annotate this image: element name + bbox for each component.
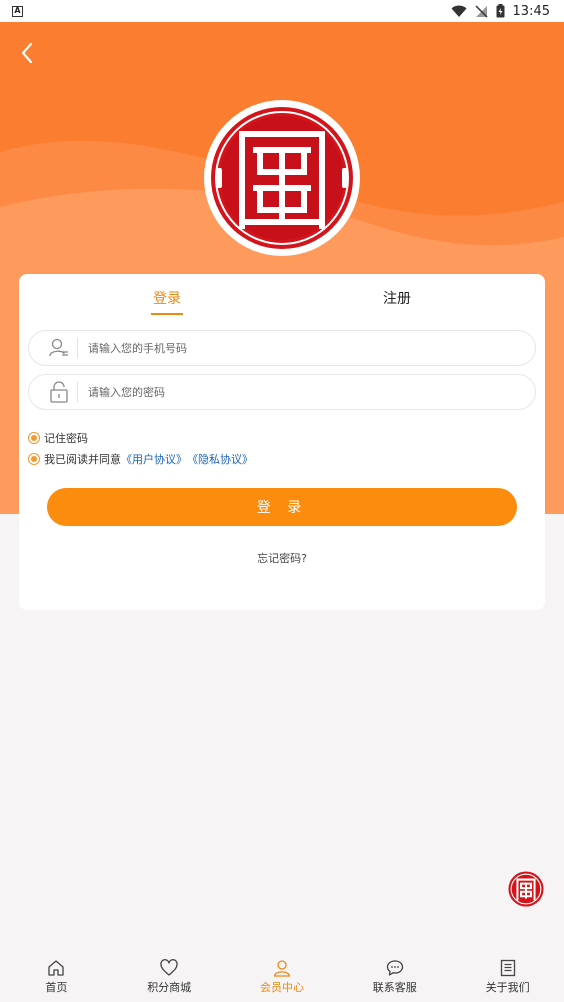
no-signal-icon (475, 4, 488, 18)
bottom-tab-bar: 首页 积分商城 会员中心 联系客服 关于我们 (0, 952, 564, 1002)
privacy-agreement-link[interactable]: 《隐私协议》 (187, 451, 253, 467)
auth-tabs: 登录 注册 (19, 288, 545, 318)
tab-active-indicator (151, 313, 183, 315)
tabbar-label: 首页 (45, 981, 68, 994)
battery-icon (496, 4, 505, 18)
phone-input[interactable] (88, 341, 488, 355)
tabbar-label: 会员中心 (259, 981, 304, 994)
remember-radio[interactable] (28, 432, 40, 444)
tabbar-label: 积分商城 (147, 981, 192, 994)
tabbar-item-home[interactable]: 首页 (0, 952, 113, 1002)
document-icon (500, 959, 515, 977)
lock-icon (45, 380, 73, 404)
status-time: 13:45 (512, 3, 550, 19)
wifi-icon (451, 5, 467, 17)
phone-field (28, 330, 536, 366)
tabbar-item-points-mall[interactable]: 积分商城 (113, 952, 226, 1002)
login-card: 登录 注册 记住密码 我已阅读并同意 《用户协议》 《隐私协议》 登 录 忘记密… (19, 274, 545, 610)
remember-password-option[interactable]: 记住密码 (28, 430, 88, 446)
tabbar-label: 关于我们 (485, 981, 530, 994)
heart-icon (160, 959, 178, 976)
chevron-left-icon (21, 42, 33, 64)
tab-register-label: 注册 (383, 291, 411, 307)
agreement-option: 我已阅读并同意 《用户协议》 《隐私协议》 (28, 451, 253, 467)
user-agreement-link[interactable]: 《用户协议》 (121, 451, 187, 467)
tabbar-label: 联系客服 (372, 981, 417, 994)
field-separator (77, 338, 78, 358)
agreement-prefix: 我已阅读并同意 (44, 453, 121, 466)
tabbar-item-customer-service[interactable]: 联系客服 (338, 952, 451, 1002)
app-logo (204, 100, 360, 256)
agreement-radio[interactable] (28, 453, 40, 465)
tabbar-item-member-center[interactable]: 会员中心 (226, 952, 339, 1002)
tab-login-label: 登录 (153, 291, 181, 307)
remember-label: 记住密码 (44, 432, 88, 445)
status-bar: A 13:45 (0, 0, 564, 22)
login-button[interactable]: 登 录 (47, 488, 517, 526)
tab-login[interactable]: 登录 (150, 288, 184, 318)
password-field (28, 374, 536, 410)
back-button[interactable] (14, 38, 40, 68)
chat-icon (386, 960, 403, 976)
status-a-icon: A (12, 5, 23, 17)
home-icon (48, 960, 65, 976)
tabbar-item-about-us[interactable]: 关于我们 (451, 952, 564, 1002)
user-icon (273, 960, 291, 977)
password-input[interactable] (88, 385, 488, 399)
tab-register[interactable]: 注册 (382, 288, 412, 318)
floating-logo-button[interactable] (508, 871, 544, 907)
user-list-icon (45, 336, 73, 360)
forgot-password-link[interactable]: 忘记密码? (19, 550, 545, 566)
field-separator (77, 382, 78, 402)
